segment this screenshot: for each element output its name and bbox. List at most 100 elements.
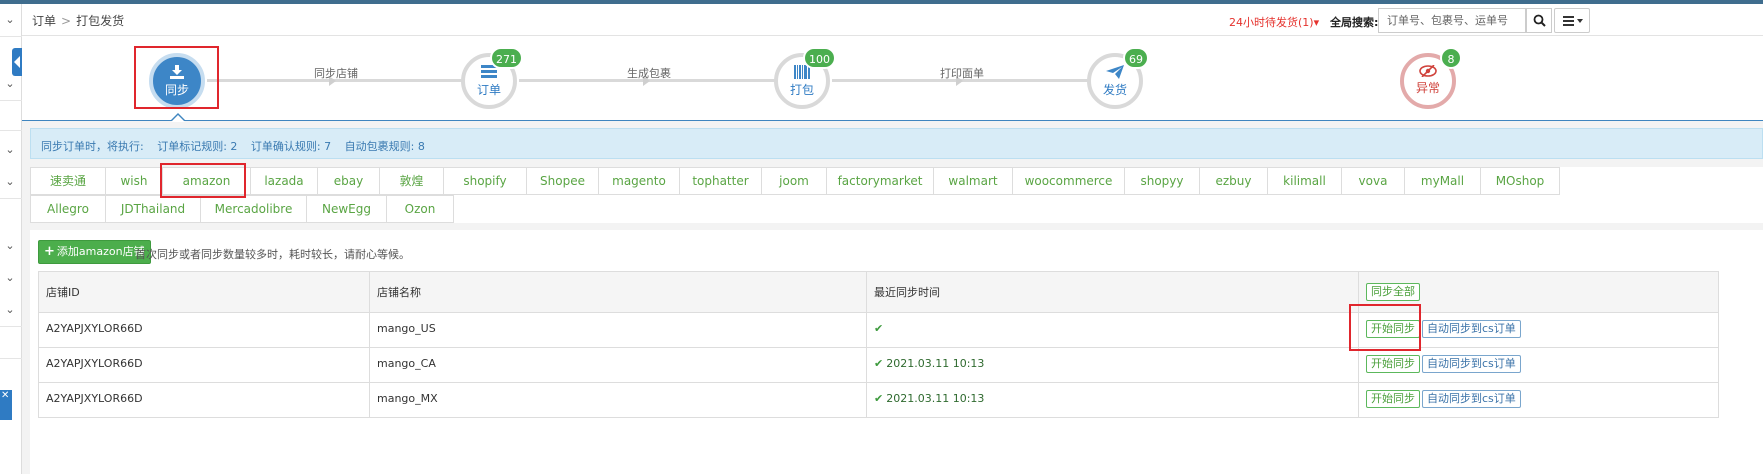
chevron-down-icon[interactable]: ⌄ [2,240,18,252]
highlight-box [160,163,246,198]
store-panel: + 添加amazon店铺 首次同步或者同步数量较多时，耗时较长，请耐心等候。 店铺… [30,230,1763,474]
platform-tab[interactable]: Ozon [386,195,454,223]
platform-tab[interactable]: walmart [933,167,1013,195]
step-pack[interactable]: 打包 100 [774,47,836,109]
highlight-box [1349,304,1421,351]
platform-tab[interactable]: MOshop [1480,167,1560,195]
platform-tab[interactable]: ebay [317,167,380,195]
add-store-button[interactable]: + 添加amazon店铺 [38,240,151,264]
platform-tab[interactable]: Allegro [30,195,106,223]
auto-sync-button[interactable]: 自动同步到cs订单 [1422,355,1521,373]
platform-tab[interactable]: 速卖通 [30,167,106,195]
count-badge: 271 [490,47,523,69]
connector-label: 打印面单 [940,67,984,80]
store-id: A2YAPJXYLOR66D [38,312,370,348]
chevron-down-icon[interactable]: ⌄ [2,176,18,188]
rail-divider [0,36,22,37]
rail-divider [0,358,22,359]
breadcrumb-root[interactable]: 订单 [32,14,56,28]
chevron-down-icon[interactable]: ⌄ [2,304,18,316]
start-sync-button[interactable]: 开始同步 [1366,355,1420,373]
check-icon: ✔ [874,392,884,405]
chevron-down-icon[interactable]: ⌄ [2,78,18,90]
chevron-down-icon[interactable]: ⌄ [2,272,18,284]
platform-tab[interactable]: kilimall [1267,167,1342,195]
close-icon[interactable]: ✕ [1,390,9,401]
sync-all-button[interactable]: 同步全部 [1366,283,1420,301]
chat-widget[interactable]: ✕ [0,390,12,420]
breadcrumb-separator-icon: > [61,14,72,28]
store-name: mango_MX [369,382,867,418]
rail-divider [0,198,22,199]
info-prefix: 同步订单时，将执行: [41,140,144,153]
step-label: 异常 [1415,81,1440,95]
list-menu-icon [1563,16,1583,26]
platform-tab[interactable]: lazada [250,167,318,195]
left-rail: ⌄ ⌄ ⌄ ⌄ ⌄ ⌄ ⌄ ✕ [0,4,22,474]
platform-tab[interactable]: tophatter [679,167,762,195]
info-rule-package[interactable]: 自动包裹规则: 8 [345,140,425,153]
active-step-caret-icon [170,113,186,122]
last-sync-cell: ✔ 2021.03.11 10:13 [866,382,1359,418]
platform-tab[interactable]: Shopee [526,167,599,195]
platform-tab[interactable]: Mercadolibre [200,195,307,223]
table-row: A2YAPJXYLOR66D mango_CA ✔ 2021.03.11 10:1… [38,347,1719,383]
store-table: 店铺ID 店铺名称 最近同步时间 同步全部 A2YAPJXYLOR66D man… [38,271,1719,418]
platform-tab[interactable]: vova [1341,167,1405,195]
column-header: 最近同步时间 [866,271,1359,313]
rail-divider [0,326,22,327]
check-icon: ✔ [874,357,884,370]
auto-sync-button[interactable]: 自动同步到cs订单 [1422,390,1521,408]
auto-sync-button[interactable]: 自动同步到cs订单 [1422,320,1521,338]
process-steps: 同步店铺 生成包裹 打印面单 同步 订单 271 打包 100 发货 69 异常… [22,36,1763,122]
last-sync-time: 2021.03.11 10:13 [886,392,985,405]
start-sync-button[interactable]: 开始同步 [1366,390,1420,408]
breadcrumb-current: 打包发货 [76,14,125,28]
step-label: 订单 [476,83,501,97]
sync-rules-info: 同步订单时，将执行: 订单标记规则: 2 订单确认规则: 7 自动包裹规则: 8 [30,128,1763,159]
step-exception[interactable]: 异常 8 [1400,47,1462,109]
chevron-down-icon[interactable]: ⌄ [2,14,18,26]
column-menu-button[interactable] [1554,8,1590,33]
platform-tab[interactable]: JDThailand [105,195,201,223]
platform-tab[interactable]: shopify [443,167,527,195]
column-header: 店铺ID [38,271,370,313]
platform-tab[interactable]: shopyy [1124,167,1200,195]
check-icon: ✔ [874,322,884,335]
table-row: A2YAPJXYLOR66D mango_MX ✔ 2021.03.11 10:1… [38,382,1719,418]
info-rule-mark[interactable]: 订单标记规则: 2 [157,140,237,153]
paper-plane-icon [1106,65,1124,79]
info-rule-confirm[interactable]: 订单确认规则: 7 [251,140,331,153]
platform-tab[interactable]: magento [598,167,680,195]
chevron-down-icon[interactable]: ⌄ [2,144,18,156]
platform-tab[interactable]: factorymarket [826,167,934,195]
pending-shipment-dropdown[interactable]: 24小时待发货(1)▾ [1229,14,1319,30]
store-id: A2YAPJXYLOR66D [38,347,370,383]
platform-tab[interactable]: wish [105,167,163,195]
add-store-label: 添加amazon店铺 [56,245,145,258]
platform-tab[interactable]: NewEgg [306,195,387,223]
pending-shipment-label: 24小时待发货(1) [1229,16,1314,29]
global-search-input[interactable] [1378,8,1526,33]
platform-tab[interactable]: myMall [1404,167,1481,195]
platform-tab[interactable]: ezbuy [1199,167,1268,195]
last-sync-cell: ✔ [866,312,1359,348]
connector-label: 生成包裹 [627,67,671,80]
search-button[interactable] [1526,8,1552,33]
table-row: A2YAPJXYLOR66D mango_US ✔ 开始同步 自动同步到cs订单 [38,312,1719,348]
step-orders[interactable]: 订单 271 [461,47,523,109]
caret-down-icon: ▾ [1313,16,1320,29]
search-icon [1533,14,1546,27]
table-header-row: 店铺ID 店铺名称 最近同步时间 同步全部 [38,271,1719,313]
collapse-sidebar-icon[interactable] [12,48,22,76]
platform-tab[interactable]: joom [761,167,827,195]
store-name: mango_US [369,312,867,348]
step-ship[interactable]: 发货 69 [1087,47,1149,109]
last-sync-cell: ✔ 2021.03.11 10:13 [866,347,1359,383]
step-label: 发货 [1102,83,1127,97]
count-badge: 8 [1440,47,1462,69]
platform-tab[interactable]: woocommerce [1012,167,1125,195]
last-sync-time: 2021.03.11 10:13 [886,357,985,370]
count-badge: 100 [803,47,836,69]
platform-tab[interactable]: 敦煌 [379,167,444,195]
